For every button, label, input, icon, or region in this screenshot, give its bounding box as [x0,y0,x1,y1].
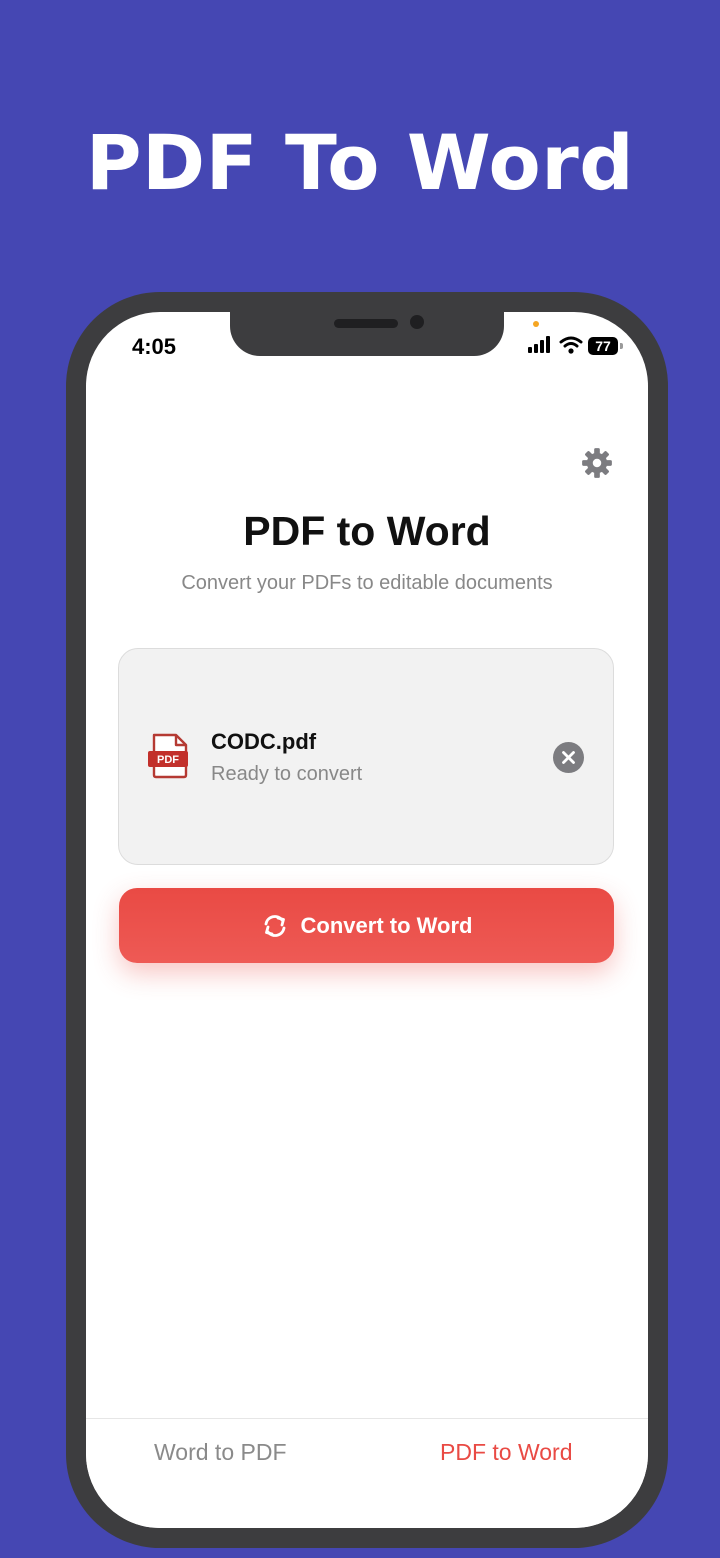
phone-screen: 4:05 77 PDF to Word Convert your PDFs to… [86,312,648,1528]
close-circle-icon[interactable] [553,742,584,773]
page-title: PDF to Word [243,508,491,554]
convert-button-label: Convert to Word [300,912,473,938]
speaker [334,319,398,328]
convert-to-word-button[interactable]: Convert to Word [119,888,614,963]
tab-bar: Word to PDF PDF to Word [86,1418,648,1528]
wifi-icon [559,336,583,354]
pdf-icon-label: PDF [157,754,179,766]
notch [230,312,504,356]
file-name: CODC.pdf [211,729,317,754]
tab-pdf-to-word[interactable]: PDF to Word [440,1439,573,1466]
promo-title: PDF To Word [85,118,635,207]
page-subtitle: Convert your PDFs to editable documents [181,572,553,594]
refresh-icon [264,914,285,937]
file-status: Ready to convert [211,763,363,785]
battery-level: 77 [588,337,618,355]
battery-tip [620,343,623,349]
camera [410,315,424,329]
selected-file-card: PDF CODC.pdf Ready to convert [118,648,614,865]
status-time: 4:05 [132,334,177,359]
gear-icon[interactable] [580,446,614,480]
tab-word-to-pdf[interactable]: Word to PDF [154,1439,287,1466]
signal-icon [528,336,550,353]
privacy-indicator-dot [533,321,539,327]
pdf-file-icon: PDF [148,733,188,779]
